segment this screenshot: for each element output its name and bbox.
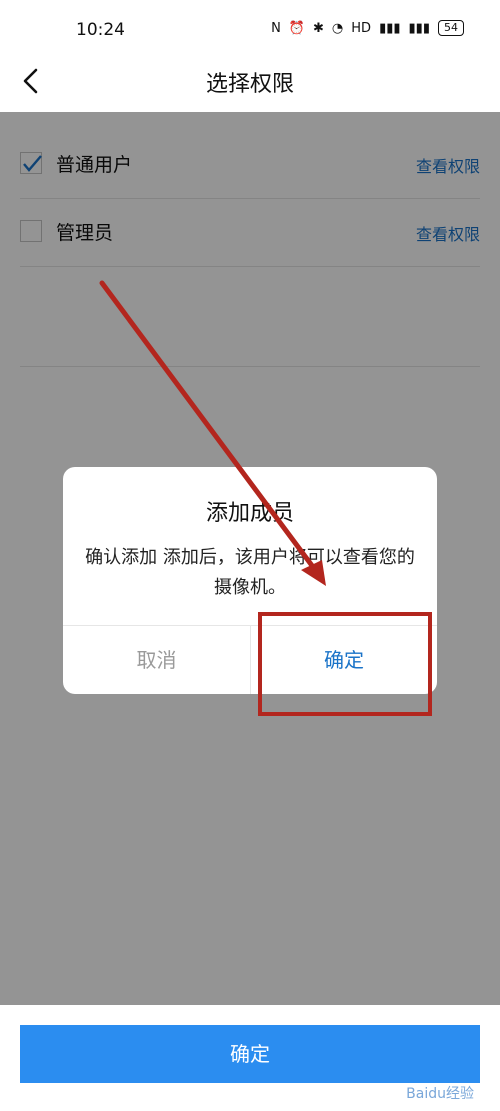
status-icons: N ⏰ ✱ ◔ HD ▮▮▮ ▮▮▮ 54	[271, 20, 464, 36]
annotation-highlight-box	[258, 612, 432, 716]
page-title: 选择权限	[205, 72, 294, 97]
dialog-title: 添加成员	[205, 501, 294, 526]
status-time: 10:24	[76, 20, 125, 40]
battery-icon: 54	[438, 20, 464, 36]
navigation-bar: 选择权限	[0, 50, 500, 112]
dialog-message: 确认添加 添加后，该用户将可以查看您的摄像机。	[85, 547, 415, 598]
nfc-icon: N	[271, 20, 281, 36]
hd-icon: HD	[351, 20, 372, 36]
watermark: Baidu经验	[406, 1086, 474, 1102]
bottom-confirm-button[interactable]: 确定	[20, 1025, 480, 1083]
signal-4g-icon: ▮▮▮	[408, 20, 430, 36]
cancel-button[interactable]: 取消	[63, 626, 250, 694]
alarm-icon: ⏰	[288, 20, 306, 36]
bluetooth-icon: ✱	[313, 20, 324, 36]
signal-5g-icon: ▮▮▮	[379, 20, 401, 36]
wifi-icon: ◔	[331, 20, 344, 36]
